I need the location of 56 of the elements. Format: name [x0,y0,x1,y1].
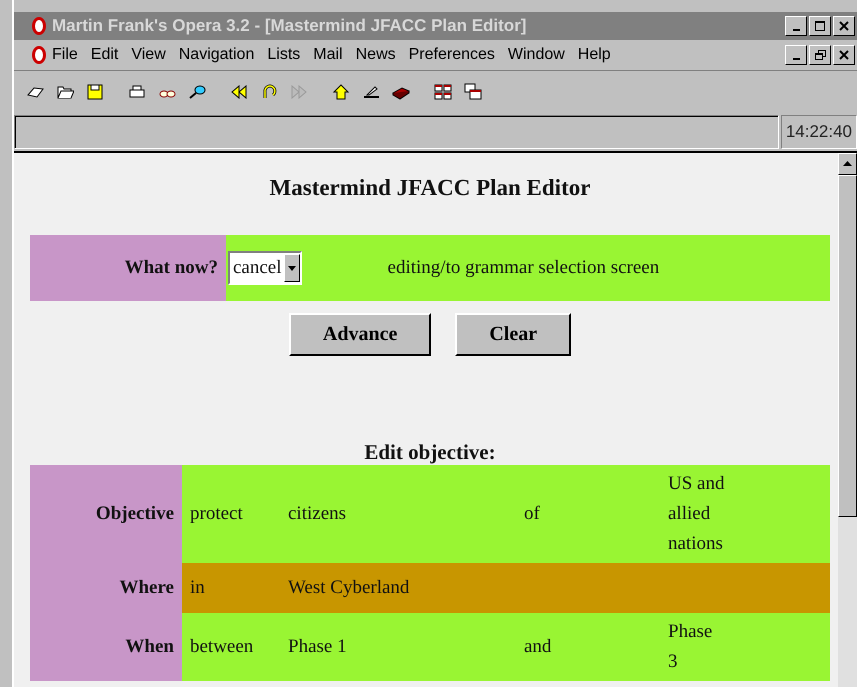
menu-item[interactable]: Edit [90,46,118,64]
up-arrow-icon [843,161,852,167]
opera-logo-icon [32,17,46,35]
minimize-icon [792,28,800,30]
table-cell: West Cyberland [288,577,410,598]
table-cell: between [190,636,254,657]
menu-item[interactable]: Window [508,46,565,64]
table-cell: citizens [288,503,346,524]
scroll-up-button[interactable] [838,153,857,175]
address-field[interactable] [14,115,779,149]
clock: 14:22:40 [780,115,857,149]
minimize-button[interactable] [785,45,807,65]
table-cell: Phase 1 [288,636,347,657]
action-select[interactable]: cancel [228,251,302,285]
maximize-icon [815,21,825,31]
close-icon [839,50,849,60]
opera-logo-icon[interactable] [32,46,46,64]
cascade-windows-icon[interactable] [464,83,482,101]
maximize-button[interactable] [809,16,831,36]
menu-item[interactable]: Mail [313,46,343,64]
minimize-icon [792,58,800,60]
table-cell-text: Phase 3 [668,620,714,674]
table-cell: in [190,577,205,598]
table-cell: of [524,503,540,524]
minimize-button[interactable] [785,16,807,36]
menu-item[interactable]: Preferences [408,46,495,64]
form-button[interactable]: Advance [288,313,432,356]
close-button[interactable] [833,16,855,36]
menu-item[interactable]: View [131,46,166,64]
row-label: When [30,613,182,681]
menu-item[interactable]: Lists [267,46,300,64]
table-cell-text: US and allied nations [668,472,726,556]
scrollbar[interactable] [838,153,857,687]
menu-item[interactable]: Navigation [178,46,254,64]
save-icon[interactable] [86,83,104,101]
table-cell: protect [190,503,243,524]
window-title: Martin Frank's Opera 3.2 - [Mastermind JFACC Plan Editor] [52,16,528,36]
table-cell: and [524,636,552,657]
rewind-icon[interactable] [230,83,248,101]
row-label: Where [30,563,182,613]
restore-button[interactable] [809,45,831,65]
magnifier-icon[interactable] [188,83,206,101]
form-description: editing/to grammar selection screen [388,257,660,279]
restore-icon [814,50,826,60]
row-label: Objective [30,465,182,563]
menu-item[interactable]: News [356,46,396,64]
section-heading: Edit objective: [363,440,497,465]
close-icon [839,21,849,31]
menu-item[interactable]: Help [578,46,611,64]
tile-windows-icon[interactable] [434,83,452,101]
form-label: What now? [30,235,226,301]
scroll-thumb[interactable] [838,175,857,517]
close-button[interactable] [833,45,855,65]
page-heading: Mastermind JFACC Plan Editor [268,175,592,201]
menu-item[interactable]: File [52,46,78,64]
form-button[interactable]: Clear [455,313,572,356]
